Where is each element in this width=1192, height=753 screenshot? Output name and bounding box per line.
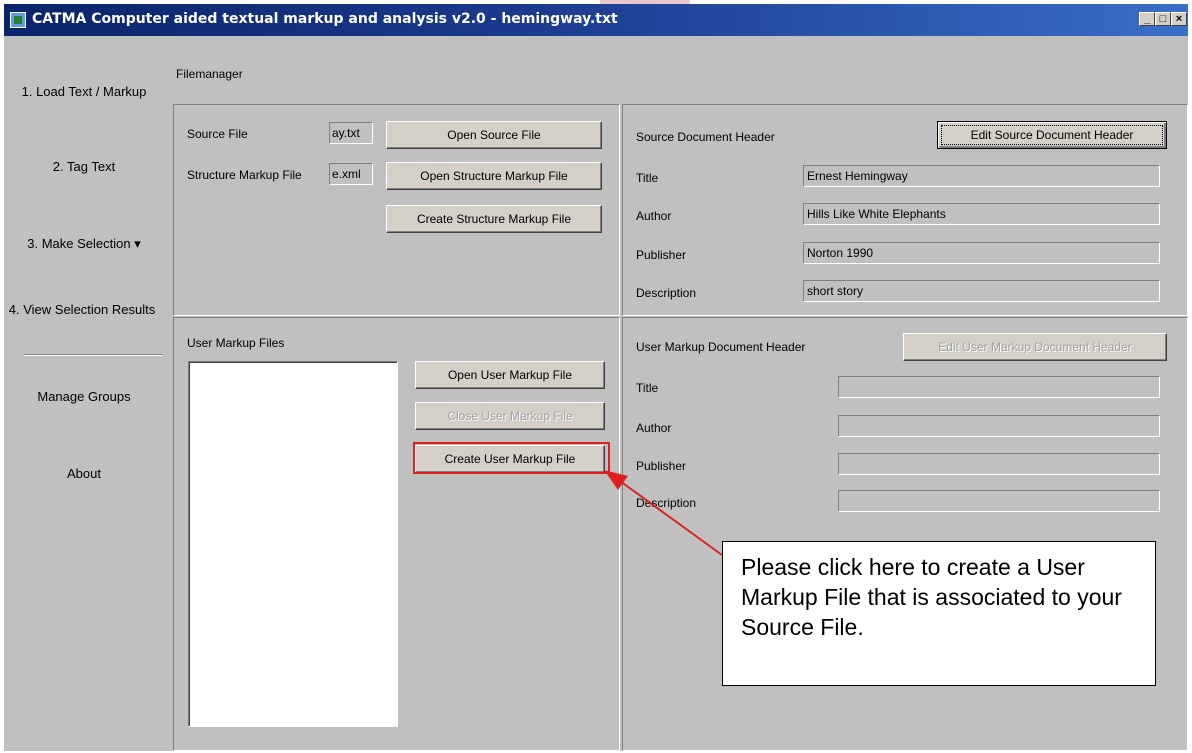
source-title-label: Title	[636, 171, 659, 185]
nav-view-selection-results[interactable]: 4. View Selection Results	[4, 302, 160, 318]
source-publisher-field[interactable]	[803, 242, 1160, 264]
open-user-markup-file-button[interactable]: Open User Markup File	[415, 361, 605, 389]
structure-markup-file-field[interactable]	[329, 163, 373, 185]
nav-manage-groups[interactable]: Manage Groups	[4, 389, 164, 404]
open-source-file-button[interactable]: Open Source File	[386, 121, 602, 149]
source-title-field[interactable]	[803, 165, 1160, 187]
source-author-label: Author	[636, 209, 672, 223]
user-markup-files-list[interactable]	[188, 361, 398, 727]
user-author-field[interactable]	[838, 415, 1160, 437]
nav-tag-text[interactable]: 2. Tag Text	[4, 159, 164, 174]
edit-user-markup-document-header-button[interactable]: Edit User Markup Document Header	[903, 333, 1167, 361]
title-bar[interactable]: CATMA Computer aided textual markup and …	[4, 4, 1188, 36]
source-file-field[interactable]	[329, 122, 373, 144]
user-publisher-field[interactable]	[838, 453, 1160, 475]
user-description-label: Description	[636, 496, 697, 510]
source-description-field[interactable]	[803, 280, 1160, 302]
user-header-heading: User Markup Document Header	[636, 340, 806, 354]
minimize-button[interactable]: _	[1139, 12, 1155, 26]
instruction-callout: Please click here to create a User Marku…	[722, 541, 1156, 686]
source-file-label: Source File	[187, 127, 248, 141]
nav-load-text-markup[interactable]: 1. Load Text / Markup	[4, 84, 164, 99]
source-header-heading: Source Document Header	[636, 130, 775, 144]
source-document-header-panel: Source Document Header Edit Source Docum…	[622, 104, 1188, 316]
create-button-highlight	[413, 442, 610, 474]
close-button[interactable]: ×	[1171, 12, 1187, 26]
create-structure-markup-file-button[interactable]: Create Structure Markup File	[386, 205, 602, 233]
nav-about[interactable]: About	[4, 466, 164, 481]
source-files-panel: Source File Open Source File Structure M…	[173, 104, 620, 316]
close-user-markup-file-button[interactable]: Close User Markup File	[415, 402, 605, 430]
source-description-label: Description	[636, 286, 697, 300]
app-icon	[10, 12, 26, 28]
source-publisher-label: Publisher	[636, 248, 687, 262]
user-markup-files-heading: User Markup Files	[187, 336, 285, 350]
structure-markup-file-label: Structure Markup File	[187, 168, 302, 182]
user-markup-files-panel: User Markup Files Open User Markup File …	[173, 317, 620, 751]
maximize-button[interactable]: □	[1155, 12, 1171, 26]
nav-make-selection[interactable]: 3. Make Selection ▾	[4, 236, 164, 252]
user-title-label: Title	[636, 381, 659, 395]
open-structure-markup-file-button[interactable]: Open Structure Markup File	[386, 162, 602, 190]
sidebar-divider	[24, 354, 162, 356]
source-author-field[interactable]	[803, 203, 1160, 225]
window-title: CATMA Computer aided textual markup and …	[32, 11, 618, 27]
edit-source-document-header-button[interactable]: Edit Source Document Header	[937, 121, 1167, 149]
section-title: Filemanager	[176, 67, 243, 81]
user-publisher-label: Publisher	[636, 459, 687, 473]
user-author-label: Author	[636, 421, 672, 435]
user-title-field[interactable]	[838, 376, 1160, 398]
user-description-field[interactable]	[838, 490, 1160, 512]
